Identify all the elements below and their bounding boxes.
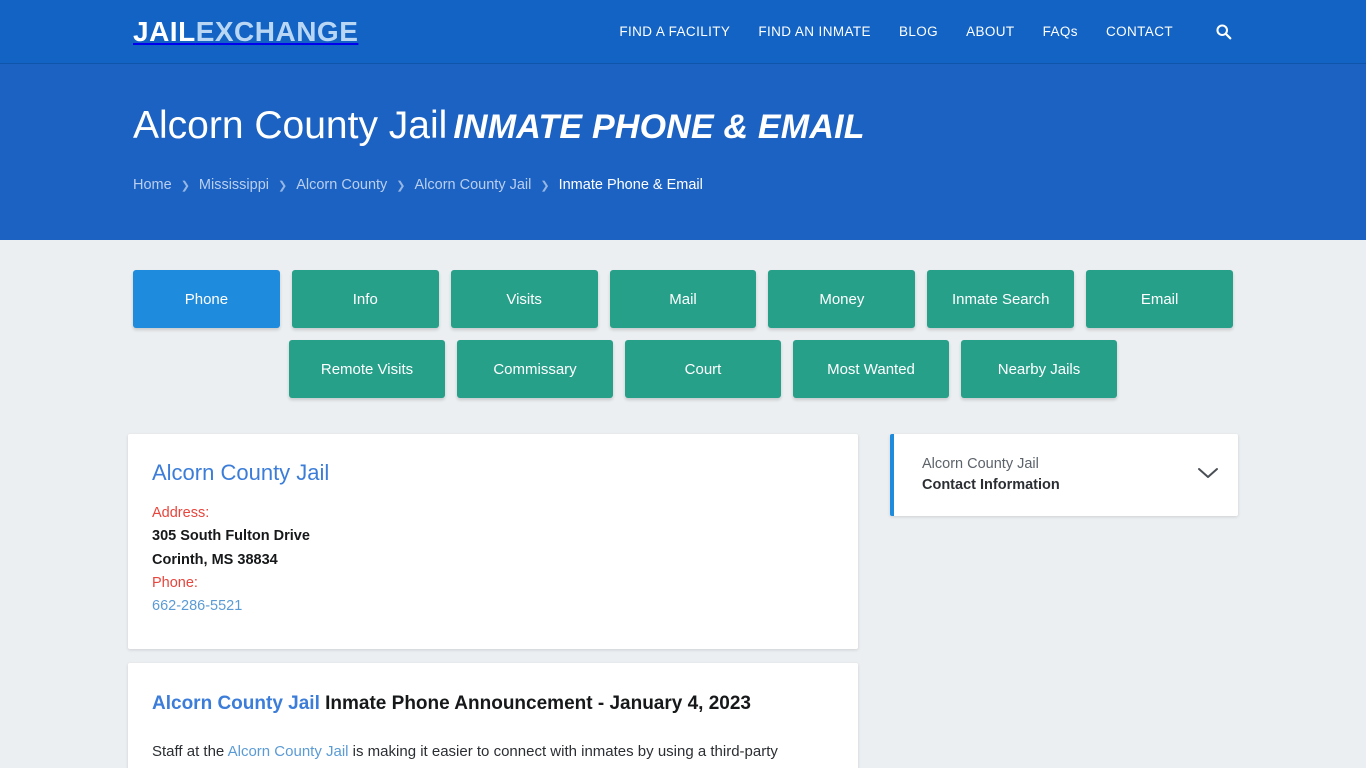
nav-item-faqs[interactable]: FAQs	[1043, 24, 1078, 39]
breadcrumb-item-mississippi[interactable]: Mississippi	[199, 177, 269, 193]
site-logo[interactable]: JAILEXCHANGE	[133, 15, 359, 47]
logo-secondary-text: EXCHANGE	[195, 15, 359, 47]
address-label: Address:	[152, 505, 210, 521]
hero-inner: Alcorn County Jail INMATE PHONE & EMAIL H…	[133, 64, 1233, 193]
tab-most-wanted[interactable]: Most Wanted	[793, 340, 949, 398]
tab-court[interactable]: Court	[625, 340, 781, 398]
tab-row-2: Remote Visits Commissary Court Most Want…	[133, 340, 1233, 398]
breadcrumb-item-alcorn-county-jail[interactable]: Alcorn County Jail	[415, 177, 532, 193]
main-column: Alcorn County Jail Address: 305 South Fu…	[128, 434, 858, 768]
nav-item-about[interactable]: ABOUT	[966, 24, 1015, 39]
tab-email[interactable]: Email	[1086, 270, 1234, 328]
tab-commissary[interactable]: Commissary	[457, 340, 613, 398]
announcement-body-after: is making it easier to connect with inma…	[348, 743, 778, 761]
breadcrumb-item-current: Inmate Phone & Email	[558, 176, 703, 193]
logo-primary-text: JAIL	[133, 15, 196, 47]
sidebar: Alcorn County Jail Contact Information	[890, 434, 1238, 517]
header-inner: JAILEXCHANGE FIND A FACILITY FIND AN INM…	[133, 15, 1233, 47]
facility-name-heading: Alcorn County Jail	[152, 460, 834, 486]
page-title-main: Alcorn County Jail	[133, 104, 448, 147]
main-navigation: FIND A FACILITY FIND AN INMATE BLOG ABOU…	[619, 22, 1233, 42]
facility-info-card: Alcorn County Jail Address: 305 South Fu…	[128, 434, 858, 649]
chevron-right-icon: ❯	[540, 180, 550, 193]
breadcrumb-item-alcorn-county[interactable]: Alcorn County	[296, 177, 387, 193]
page-hero: Alcorn County Jail INMATE PHONE & EMAIL H…	[0, 64, 1366, 240]
chevron-right-icon: ❯	[180, 180, 190, 193]
search-icon[interactable]	[1213, 22, 1233, 42]
site-header: JAILEXCHANGE FIND A FACILITY FIND AN INM…	[0, 0, 1366, 64]
tab-money[interactable]: Money	[768, 270, 916, 328]
tab-nearby-jails[interactable]: Nearby Jails	[961, 340, 1117, 398]
tab-remote-visits[interactable]: Remote Visits	[289, 340, 445, 398]
facility-name-link[interactable]: Alcorn County Jail	[152, 460, 329, 485]
announcement-body: Staff at the Alcorn County Jail is makin…	[152, 740, 834, 764]
tab-visits[interactable]: Visits	[450, 270, 598, 328]
chevron-right-icon: ❯	[278, 180, 288, 193]
section-tabs: Phone Info Visits Mail Money Inmate Sear…	[133, 240, 1234, 398]
breadcrumb-item-home[interactable]: Home	[133, 177, 172, 193]
announcement-heading: Alcorn County Jail Inmate Phone Announce…	[152, 691, 834, 717]
phone-number-link[interactable]: 662-286-5521	[152, 595, 242, 618]
announcement-body-link[interactable]: Alcorn County Jail	[228, 743, 349, 760]
phone-label: Phone:	[152, 575, 198, 592]
breadcrumb: Home ❯ Mississippi ❯ Alcorn County ❯ Alc…	[133, 177, 1233, 193]
nav-item-find-an-inmate[interactable]: FIND AN INMATE	[758, 24, 871, 39]
tab-phone[interactable]: Phone	[133, 270, 280, 328]
chevron-down-icon[interactable]	[1196, 466, 1220, 485]
page-title: Alcorn County Jail INMATE PHONE & EMAIL	[133, 104, 1233, 149]
nav-item-find-a-facility[interactable]: FIND A FACILITY	[619, 24, 730, 39]
chevron-right-icon: ❯	[396, 180, 406, 193]
announcement-card: Alcorn County Jail Inmate Phone Announce…	[128, 662, 858, 768]
page-title-sub: INMATE PHONE & EMAIL	[453, 108, 865, 146]
tab-mail[interactable]: Mail	[609, 270, 757, 328]
announcement-body-before: Staff at the	[152, 743, 228, 761]
announcement-heading-rest: Inmate Phone Announcement - January 4, 2…	[319, 692, 751, 714]
address-line-1: 305 South Fulton Drive	[152, 528, 310, 545]
contact-information-accordion[interactable]: Alcorn County Jail Contact Information	[890, 434, 1238, 517]
nav-item-blog[interactable]: BLOG	[899, 24, 938, 39]
tab-row-1: Phone Info Visits Mail Money Inmate Sear…	[133, 270, 1234, 328]
tab-info[interactable]: Info	[291, 270, 439, 328]
accordion-title-facility: Alcorn County Jail	[922, 456, 1039, 472]
tab-inmate-search[interactable]: Inmate Search	[927, 270, 1075, 328]
accordion-title-section: Contact Information	[922, 477, 1060, 494]
main-content: Alcorn County Jail Address: 305 South Fu…	[128, 410, 1238, 768]
nav-item-contact[interactable]: CONTACT	[1106, 24, 1173, 39]
accordion-text: Alcorn County Jail Contact Information	[922, 454, 1060, 496]
announcement-heading-link[interactable]: Alcorn County Jail	[152, 693, 320, 714]
address-line-2: Corinth, MS 38834	[152, 551, 278, 568]
